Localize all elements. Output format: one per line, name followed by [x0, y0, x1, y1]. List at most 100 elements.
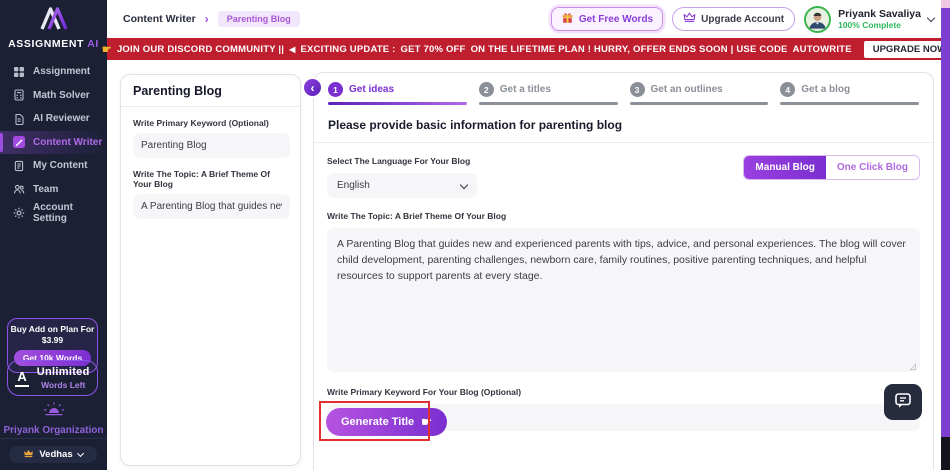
user-status: 100% Complete — [838, 20, 901, 31]
ai-reviewer-icon — [13, 113, 25, 125]
brand-name: ASSIGNMENT AI — [8, 38, 99, 50]
step-progress-bar — [328, 102, 467, 105]
keyword-label: Write Primary Keyword (Optional) — [133, 118, 269, 128]
step-label: Get a titles — [499, 84, 551, 95]
topic-input[interactable] — [133, 194, 290, 219]
step-progress-bar — [629, 102, 769, 105]
user-menu[interactable]: Priyank Savaliya 100% Complete — [804, 5, 936, 33]
step-number: 1 — [328, 82, 343, 97]
sidebar-divider — [0, 438, 107, 439]
crown-icon — [683, 12, 696, 26]
my-content-icon — [13, 160, 25, 172]
primary-keyword-label: Write Primary Keyword For Your Blog (Opt… — [327, 387, 522, 397]
assignment-icon — [13, 66, 25, 78]
avatar — [804, 5, 832, 33]
keyword-input[interactable] — [133, 133, 290, 158]
organization-block[interactable]: Priyank Organization — [0, 402, 107, 436]
resize-handle[interactable]: ◿ — [910, 362, 916, 371]
logo-icon — [34, 3, 74, 38]
get-free-words-button[interactable]: Get Free Words — [550, 7, 664, 31]
blog-summary-panel: Parenting Blog Write Primary Keyword (Op… — [120, 74, 301, 466]
scrollbar-track-bottom — [941, 437, 950, 470]
account-setting-icon — [13, 207, 25, 219]
step-get-blog[interactable]: 4 Get a blog — [780, 82, 919, 105]
sidebar: ASSIGNMENT AI Assignment Math Solver AI … — [0, 0, 107, 470]
sidebar-nav: Assignment Math Solver AI Reviewer Conte… — [0, 60, 107, 225]
addon-plan-title: Buy Add on Plan For $3.99 — [10, 324, 95, 346]
math-solver-icon — [13, 89, 25, 101]
plan-status-card: A Unlimited Words Left — [7, 360, 98, 396]
banner-promo-code: AUTOWRITE — [792, 43, 852, 55]
scrollbar-thumb[interactable] — [941, 8, 950, 437]
content-area: Parenting Blog Write Primary Keyword (Op… — [107, 60, 950, 470]
plan-subtitle: Words Left — [41, 380, 86, 390]
step-progress-bar — [780, 102, 919, 105]
breadcrumb-current: Parenting Blog — [217, 11, 300, 27]
pointer-hand-icon: ☛ — [421, 415, 432, 429]
left-arrow-icon: ◀ — [289, 44, 296, 54]
upgrade-now-button[interactable]: UPGRADE NOW — [863, 40, 950, 58]
chevron-down-icon — [76, 449, 84, 457]
stepper: 1 Get ideas 2 Get a titles 3 Get an outline… — [314, 73, 933, 105]
get-free-words-label: Get Free Words — [578, 13, 654, 25]
chevron-down-icon — [926, 13, 936, 22]
sidebar-item-math-solver[interactable]: Math Solver — [0, 84, 107, 108]
step-get-ideas[interactable]: 1 Get ideas — [328, 82, 467, 105]
pointer-icon: ☛ — [101, 43, 112, 56]
user-name: Priyank Savaliya — [838, 7, 921, 20]
step-label: Get an outlines — [650, 84, 723, 95]
blog-mode-toggle: Manual Blog One Click Blog — [743, 155, 920, 180]
organization-name: Priyank Organization — [3, 425, 104, 436]
topic-textarea-wrap: A Parenting Blog that guides new and exp… — [327, 228, 920, 377]
sidebar-item-assignment[interactable]: Assignment — [0, 60, 107, 84]
generate-title-label: Generate Title — [341, 416, 415, 428]
plan-title: Unlimited — [36, 366, 90, 378]
breadcrumb-parent[interactable]: Content Writer — [123, 13, 196, 25]
sidebar-item-content-writer[interactable]: Content Writer — [0, 130, 107, 154]
chat-widget-button[interactable] — [884, 384, 922, 420]
step-get-outlines[interactable]: 3 Get an outlines — [629, 82, 769, 105]
sidebar-item-my-content[interactable]: My Content — [0, 154, 107, 178]
one-click-blog-button[interactable]: One Click Blog — [825, 156, 919, 179]
team-icon — [13, 183, 25, 195]
upgrade-account-label: Upgrade Account — [701, 13, 785, 25]
step-get-titles[interactable]: 2 Get a titles — [478, 82, 618, 105]
topic-textarea[interactable]: A Parenting Blog that guides new and exp… — [327, 228, 920, 372]
workspace-switcher[interactable]: Vedhas — [9, 446, 97, 463]
sidebar-item-label: Account Setting — [33, 201, 73, 224]
breadcrumb: Content Writer › Parenting Blog — [107, 11, 300, 27]
workspace-name: Vedhas — [39, 449, 73, 460]
plan-logo-icon: A — [15, 369, 29, 387]
crown-icon — [23, 449, 34, 461]
topic-label: Write The Topic: A Brief Theme Of Your B… — [133, 169, 270, 189]
banner-plan-text: ON THE LIFETIME PLAN ! HURRY, OFFER ENDS… — [470, 43, 788, 55]
sidebar-item-label: Assignment — [33, 66, 91, 78]
content-writer-icon — [13, 136, 25, 149]
blog-info-form: Select The Language For Your Blog Englis… — [314, 143, 933, 431]
topic-label: Write The Topic: A Brief Theme Of Your B… — [327, 211, 507, 221]
sidebar-item-label: Team — [33, 183, 59, 195]
chevron-down-icon — [459, 180, 469, 190]
sidebar-item-team[interactable]: Team — [0, 178, 107, 202]
chat-icon — [894, 391, 912, 414]
sidebar-item-ai-reviewer[interactable]: AI Reviewer — [0, 107, 107, 131]
banner-update-label: EXCITING UPDATE : — [300, 43, 396, 55]
generate-title-button[interactable]: Generate Title ☛ — [326, 408, 447, 436]
sidebar-item-label: AI Reviewer — [33, 113, 90, 125]
language-value: English — [337, 180, 370, 191]
step-number: 4 — [780, 82, 796, 97]
step-label: Get a blog — [801, 84, 851, 95]
language-select[interactable]: English — [327, 173, 477, 198]
upgrade-account-button[interactable]: Upgrade Account — [672, 7, 796, 31]
sidebar-item-account-setting[interactable]: Account Setting — [0, 201, 107, 225]
banner-offer-text: GET 70% OFF — [400, 43, 466, 55]
sidebar-item-label: Math Solver — [33, 89, 90, 101]
wizard-panel: 1 Get ideas 2 Get a titles 3 Get an outline… — [313, 72, 934, 470]
manual-blog-button[interactable]: Manual Blog — [744, 156, 826, 179]
step-number: 3 — [629, 82, 645, 97]
panel-title: Parenting Blog — [121, 75, 300, 107]
sunrise-icon — [43, 402, 65, 421]
collapse-panel-button[interactable]: ‹ — [304, 79, 321, 96]
gift-icon — [561, 11, 574, 27]
step-label: Get ideas — [349, 84, 395, 95]
